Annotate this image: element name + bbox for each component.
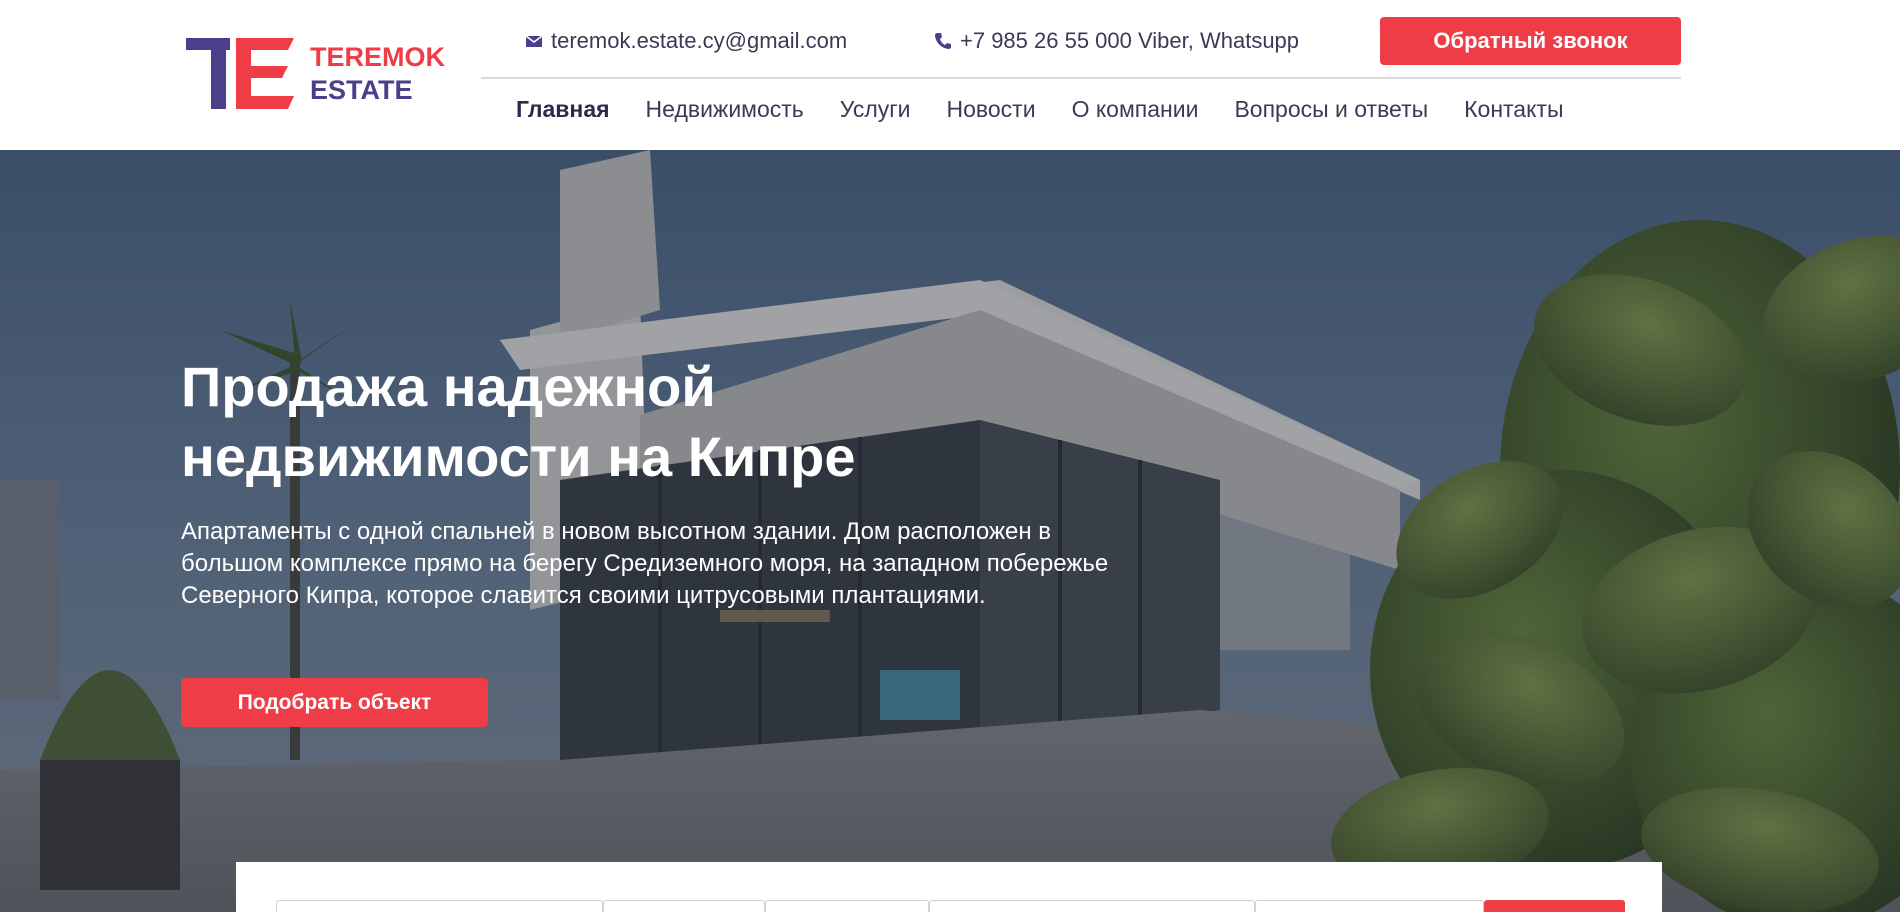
logo-text-line1: TEREMOK <box>310 42 446 72</box>
logo-text-line2: ESTATE <box>310 75 413 105</box>
envelope-icon <box>525 35 543 47</box>
header-divider <box>481 77 1681 79</box>
nav-item-contacts[interactable]: Контакты <box>1464 96 1563 128</box>
nav-item-services[interactable]: Услуги <box>840 96 911 128</box>
hero-title-line1: Продажа надежной <box>181 355 716 418</box>
topbar: teremok.estate.cy@gmail.com +7 985 26 55… <box>481 16 1681 78</box>
phone-contact[interactable]: +7 985 26 55 000 Viber, Whatsupp <box>934 28 1299 54</box>
hero-title: Продажа надежной недвижимости на Кипре <box>181 352 1081 492</box>
email-contact[interactable]: teremok.estate.cy@gmail.com <box>525 28 847 54</box>
search-panel <box>236 862 1662 912</box>
phone-text: +7 985 26 55 000 Viber, Whatsupp <box>960 28 1300 53</box>
phone-icon <box>935 33 951 49</box>
hero-description: Апартаменты с одной спальней в новом выс… <box>181 518 1109 609</box>
search-field-1[interactable] <box>276 900 603 912</box>
nav-item-about[interactable]: О компании <box>1072 96 1199 128</box>
find-property-button[interactable]: Подобрать объект <box>181 678 488 727</box>
search-field-2[interactable] <box>603 900 765 912</box>
search-field-5[interactable] <box>1255 900 1484 912</box>
callback-button[interactable]: Обратный звонок <box>1380 17 1681 65</box>
logo[interactable]: TEREMOK ESTATE <box>184 36 449 110</box>
email-text: teremok.estate.cy@gmail.com <box>551 28 848 53</box>
main-nav: Главная Недвижимость Услуги Новости О ко… <box>516 96 1600 128</box>
search-submit-button[interactable] <box>1484 900 1625 912</box>
search-field-4[interactable] <box>929 900 1255 912</box>
hero-title-line2: недвижимости на Кипре <box>181 425 856 488</box>
hero-section: Продажа надежной недвижимости на Кипре А… <box>0 150 1900 912</box>
nav-item-faq[interactable]: Вопросы и ответы <box>1234 96 1428 128</box>
nav-item-news[interactable]: Новости <box>947 96 1036 128</box>
site-header: TEREMOK ESTATE teremok.estate.cy@gmail.c… <box>0 0 1900 150</box>
nav-item-home[interactable]: Главная <box>516 96 610 128</box>
search-field-3[interactable] <box>765 900 929 912</box>
nav-item-real-estate[interactable]: Недвижимость <box>646 96 804 128</box>
